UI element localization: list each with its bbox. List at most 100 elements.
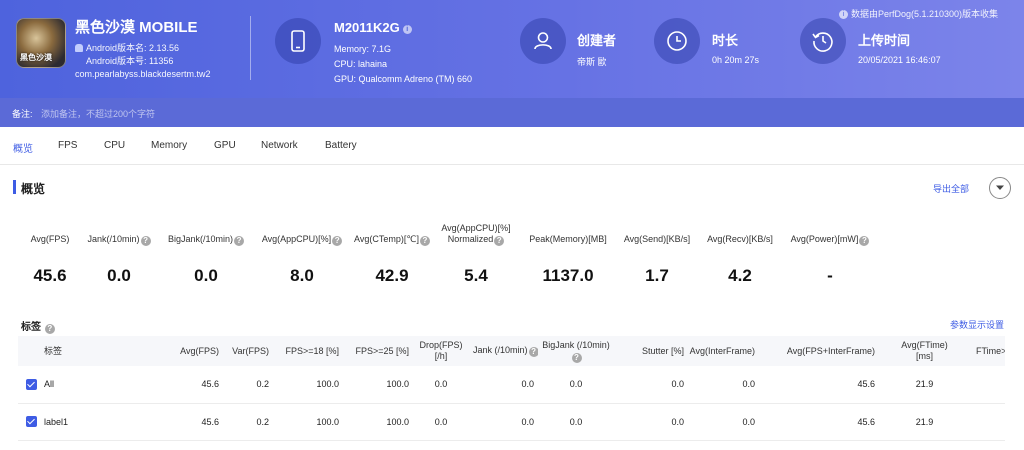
- metric-value: 5.4: [464, 266, 488, 285]
- metric-label: Avg(Recv)[KB/s]: [707, 234, 773, 244]
- metric-avg-appcpu: Avg(AppCPU)[%]? 8.0: [254, 234, 350, 285]
- cell-var-fps: 0.2: [256, 416, 269, 427]
- tab-gpu[interactable]: GPU: [214, 140, 236, 151]
- tab-fps[interactable]: FPS: [58, 140, 77, 151]
- metric-avg-fps: Avg(FPS) 45.6: [20, 234, 80, 285]
- col-avg-ftime: Avg(FTime) [ms]: [879, 336, 974, 366]
- metric-label-text: Avg(Power)[mW]: [790, 234, 859, 244]
- col-var-fps: Var(FPS): [232, 345, 269, 356]
- metric-label-text: Avg(CTemp)[℃]: [354, 234, 419, 244]
- help-icon[interactable]: ?: [332, 236, 343, 246]
- section-accent-bar: [13, 180, 16, 194]
- device-memory: Memory: 7.1G: [334, 44, 392, 54]
- metric-label-text: Normalized: [447, 234, 494, 244]
- cell-bigjank: 0.0: [569, 379, 583, 390]
- col-stutter: Stutter [%]: [641, 345, 684, 356]
- metric-label: BigJank(/10min)?: [160, 234, 252, 246]
- metric-value: 8.0: [290, 266, 314, 285]
- cell-stutter: 0.0: [671, 379, 684, 390]
- col-jank: Jank (/10min)?: [473, 336, 538, 366]
- metric-value: 42.9: [375, 266, 409, 285]
- param-settings-link[interactable]: 参数显示设置: [950, 318, 1004, 331]
- metric-avg-recv: Avg(Recv)[KB/s] 4.2: [700, 234, 780, 285]
- tab-network[interactable]: Network: [261, 140, 298, 151]
- app-version-name: Android版本名: 2.13.56: [75, 41, 179, 54]
- creator-value: 帝斯 歐: [577, 57, 607, 67]
- device-gpu: GPU: Qualcomm Adreno (TM) 660: [334, 74, 473, 84]
- note-input[interactable]: 添加备注，不超过200个字符: [41, 107, 155, 120]
- cell-ftime-more: [974, 403, 1005, 440]
- metric-value: 1137.0: [542, 266, 594, 285]
- row-label: label1: [44, 416, 69, 427]
- tab-memory[interactable]: Memory: [151, 140, 187, 151]
- cell-avg-interframe: 0.0: [742, 416, 755, 427]
- col-ftime-more: FTime>: [976, 345, 1005, 356]
- row-checkbox-cell: [18, 366, 40, 403]
- tab-overview[interactable]: 概览: [13, 140, 33, 155]
- col-avg-fps: Avg(FPS): [180, 345, 219, 356]
- help-icon[interactable]: ?: [234, 236, 245, 246]
- cell-avg-fps: 45.6: [201, 416, 219, 427]
- chevron-down-icon: [996, 185, 1004, 190]
- creator-title: 创建者: [577, 33, 617, 48]
- report-header: 黑色沙漠 黑色沙漠 MOBILE Android版本名: 2.13.56 And…: [0, 0, 1024, 98]
- app-name: 黑色沙漠 MOBILE: [75, 19, 198, 36]
- tab-battery[interactable]: Battery: [325, 140, 357, 151]
- table-row: label1 45.6 0.2 100.0 100.0 0.0 0.0 0.0 …: [18, 403, 1005, 440]
- cell-avg-ftime: 21.9: [915, 416, 934, 427]
- help-icon[interactable]: ?: [571, 352, 582, 363]
- metric-peak-memory: Peak(Memory)[MB] 1137.0: [522, 234, 614, 285]
- duration-title: 时长: [712, 33, 739, 48]
- metric-avg-power: Avg(Power)[mW]? -: [784, 234, 876, 285]
- device-info-icon[interactable]: i: [402, 25, 412, 34]
- device-model: M2011K2G i: [334, 20, 412, 35]
- metric-value: 0.0: [194, 266, 218, 285]
- cell-bigjank: 0.0: [569, 416, 583, 427]
- export-all-button[interactable]: 导出全部: [933, 182, 969, 195]
- help-icon[interactable]: ?: [494, 236, 505, 246]
- metric-value: -: [827, 266, 833, 285]
- col-avg-ftime-line1: Avg(FTime): [901, 340, 948, 350]
- help-icon[interactable]: ?: [528, 347, 538, 357]
- cell-fps-18: 100.0: [316, 416, 339, 427]
- row-checkbox[interactable]: [26, 378, 37, 390]
- note-bar: 备注: 添加备注，不超过200个字符: [0, 98, 1024, 127]
- metric-label: Avg(Power)[mW]?: [784, 234, 876, 246]
- tablet-icon: [275, 18, 321, 64]
- device-cpu: CPU: lahaina: [334, 59, 388, 69]
- row-checkbox-cell: [18, 403, 40, 440]
- note-label: 备注:: [12, 109, 33, 119]
- collapse-button[interactable]: [989, 177, 1011, 199]
- help-icon[interactable]: ?: [859, 236, 870, 246]
- col-bigjank-help: ?: [538, 351, 614, 363]
- metric-jank: Jank(/10min)? 0.0: [81, 234, 157, 285]
- cell-avg-ftime: 21.9: [915, 379, 934, 390]
- cell-avg-fps: 45.6: [201, 379, 219, 390]
- metric-label: Avg(AppCPU)[%]?: [254, 234, 350, 246]
- cell-jank: 0.0: [521, 379, 534, 390]
- metric-label-line2: Normalized?: [434, 234, 518, 246]
- table-row: All 45.6 0.2 100.0 100.0 0.0 0.0 0.0 0.0…: [18, 366, 1005, 403]
- help-icon[interactable]: ?: [140, 236, 151, 246]
- android-icon: [75, 44, 83, 52]
- help-icon[interactable]: ?: [419, 236, 430, 246]
- col-avg-fps-interframe: Avg(FPS+InterFrame): [786, 345, 875, 356]
- metric-avg-ctemp: Avg(CTemp)[℃]? 42.9: [352, 234, 432, 285]
- cell-drop-fps: 0.0: [434, 416, 448, 427]
- app-icon-text: 黑色沙漠: [20, 53, 52, 62]
- overview-title: 概览: [21, 182, 46, 196]
- row-checkbox[interactable]: [26, 416, 37, 427]
- col-fps-18: FPS>=18 [%]: [285, 345, 339, 356]
- col-avg-ftime-line2: [ms]: [916, 351, 933, 361]
- upload-value: 20/05/2021 16:46:07: [858, 55, 941, 65]
- metric-label: Avg(Send)[KB/s]: [623, 234, 691, 244]
- metric-label: Avg(FPS): [30, 234, 70, 244]
- col-label: 标签: [44, 345, 63, 356]
- metric-label: Peak(Memory)[MB]: [529, 234, 607, 244]
- metric-avg-send: Avg(Send)[KB/s] 1.7: [617, 234, 697, 285]
- help-icon[interactable]: ?: [44, 324, 55, 334]
- col-drop-fps-line2: [/h]: [434, 351, 448, 361]
- metric-label: Avg(CTemp)[℃]?: [352, 234, 432, 246]
- tab-cpu[interactable]: CPU: [104, 140, 125, 151]
- metric-value: 0.0: [107, 266, 131, 285]
